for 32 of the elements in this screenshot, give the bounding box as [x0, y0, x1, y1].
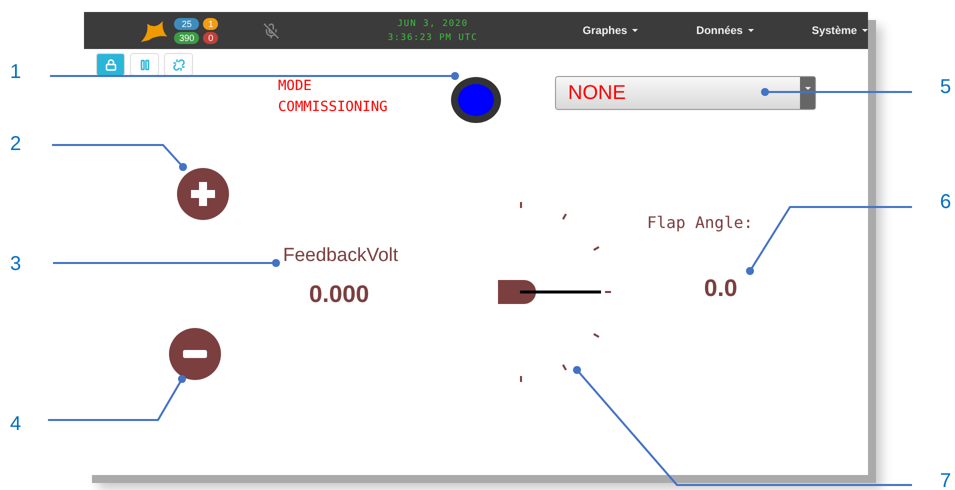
unlink-button[interactable]	[164, 53, 193, 76]
feedback-value: 0.000	[309, 281, 370, 309]
pause-icon	[138, 58, 150, 70]
lock-icon	[104, 58, 116, 70]
plus-icon	[188, 179, 218, 209]
plus-button[interactable]	[177, 168, 229, 220]
callout-number: 2	[10, 133, 22, 156]
nav-menu[interactable]: Système	[812, 24, 868, 36]
callout-number: 4	[10, 413, 22, 436]
clock-text: 3:36:23 PM UTC	[388, 32, 478, 42]
minus-button[interactable]	[169, 328, 221, 380]
broken-link-icon	[172, 58, 184, 70]
count-badge: 1	[203, 18, 218, 30]
callout-number: 5	[940, 76, 952, 99]
flap-angle-label: Flap Angle:	[647, 213, 753, 232]
flap-angle-value: 0.0	[704, 275, 738, 303]
count-badge: 25	[174, 18, 200, 30]
callout-number: 3	[10, 253, 22, 276]
callout-number: 1	[10, 61, 22, 84]
pause-button[interactable]	[130, 53, 159, 76]
minus-icon	[183, 350, 207, 358]
mic-off-icon[interactable]	[263, 22, 280, 40]
count-badge: 0	[203, 32, 218, 44]
lock-button[interactable]	[96, 53, 125, 76]
callout-number: 7	[940, 470, 952, 490]
callout-number: 6	[940, 191, 952, 214]
nav-menu[interactable]: Données	[696, 24, 754, 36]
count-badge: 390	[174, 32, 200, 44]
clock-text: JUN 3, 2020	[397, 18, 468, 28]
nav-menu[interactable]: Graphes	[582, 24, 638, 36]
feedback-label: FeedbackVolt	[283, 245, 398, 267]
mode-text: MODE COMMISSIONING	[278, 77, 388, 117]
